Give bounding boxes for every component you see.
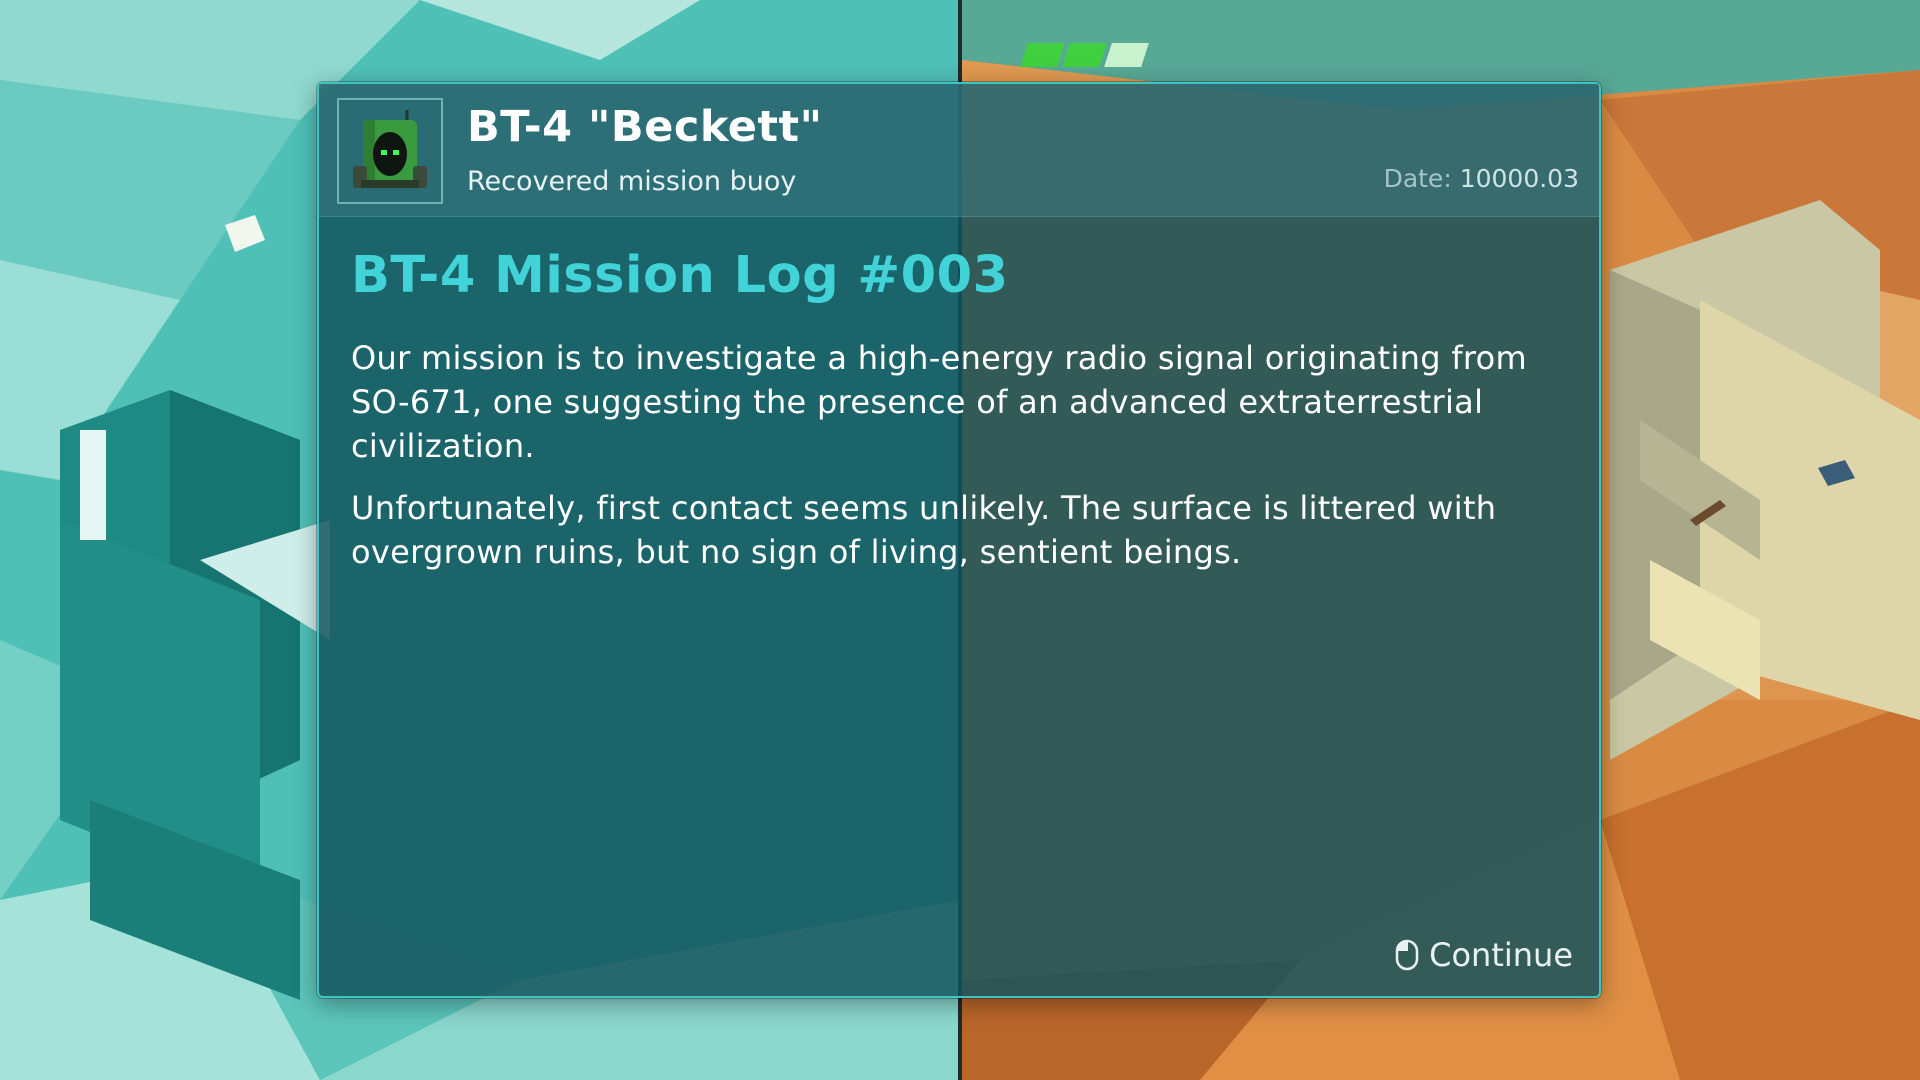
energy-cell: [1062, 43, 1107, 67]
date-label: Date:: [1383, 164, 1452, 193]
log-title: BT-4 Mission Log #003: [351, 246, 1009, 305]
character-name: BT-4 "Beckett": [467, 102, 823, 152]
continue-button[interactable]: Continue: [1395, 936, 1573, 974]
continue-label: Continue: [1429, 936, 1573, 974]
log-paragraph: Our mission is to investigate a high-ene…: [351, 339, 1527, 465]
character-subtitle: Recovered mission buoy: [467, 166, 797, 197]
mission-log-dialog: BT-4 "Beckett" Recovered mission buoy Da…: [317, 82, 1601, 998]
date-value: 10000.03: [1459, 164, 1579, 193]
log-body: Our mission is to investigate a high-ene…: [351, 336, 1571, 592]
dialog-header: BT-4 "Beckett" Recovered mission buoy Da…: [319, 84, 1599, 217]
log-date: Date: 10000.03: [1384, 164, 1579, 193]
mouse-left-click-icon: [1395, 939, 1419, 971]
log-paragraph: Unfortunately, first contact seems unlik…: [351, 489, 1497, 571]
energy-cell: [1020, 43, 1065, 67]
robot-icon: [339, 100, 441, 202]
energy-cell: [1104, 43, 1149, 67]
character-portrait: [337, 98, 443, 204]
energy-cells: [1020, 43, 1149, 67]
